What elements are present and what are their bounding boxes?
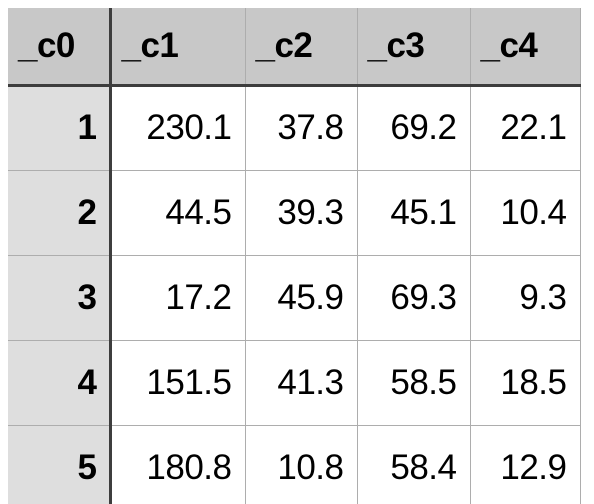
table-cell-c3: 58.5: [357, 340, 471, 426]
table-body: 1 230.1 37.8 69.2 22.1 2 44.5 39.3 45.1 …: [8, 85, 581, 504]
column-header-c0[interactable]: _c0: [8, 8, 112, 87]
column-header-c1[interactable]: _c1: [110, 8, 246, 87]
column-header-c4[interactable]: _c4: [470, 8, 581, 87]
table-cell-c2: 37.8: [245, 85, 358, 171]
table-cell-c2: 10.8: [245, 425, 358, 504]
table-cell-c3: 45.1: [357, 170, 471, 256]
table-cell-c2: 41.3: [245, 340, 358, 426]
table-cell-c1: 17.2: [110, 255, 246, 341]
table-cell-c4: 12.9: [470, 425, 581, 504]
table-cell-c3: 58.4: [357, 425, 471, 504]
table-header: _c0 _c1 _c2 _c3 _c4: [8, 8, 581, 87]
table-cell-c3: 69.2: [357, 85, 471, 171]
table-row[interactable]: 4 151.5 41.3 58.5 18.5: [8, 340, 581, 426]
table-row[interactable]: 5 180.8 10.8 58.4 12.9: [8, 425, 581, 504]
header-row: _c0 _c1 _c2 _c3 _c4: [8, 8, 581, 87]
row-index-cell: 5: [8, 425, 112, 504]
table-cell-c1: 151.5: [110, 340, 246, 426]
row-index-cell: 1: [8, 85, 112, 171]
table-cell-c1: 180.8: [110, 425, 246, 504]
data-table: _c0 _c1 _c2 _c3 _c4 1 230.1 37.8 69.2 22…: [8, 8, 581, 504]
table-cell-c2: 45.9: [245, 255, 358, 341]
table-cell-c1: 230.1: [110, 85, 246, 171]
table-cell-c1: 44.5: [110, 170, 246, 256]
table-row[interactable]: 2 44.5 39.3 45.1 10.4: [8, 170, 581, 256]
column-header-c3[interactable]: _c3: [357, 8, 471, 87]
table-cell-c2: 39.3: [245, 170, 358, 256]
table-cell-c4: 9.3: [470, 255, 581, 341]
table-cell-c3: 69.3: [357, 255, 471, 341]
table-row[interactable]: 3 17.2 45.9 69.3 9.3: [8, 255, 581, 341]
table-cell-c4: 18.5: [470, 340, 581, 426]
row-index-cell: 2: [8, 170, 112, 256]
column-header-c2[interactable]: _c2: [245, 8, 358, 87]
table-viewport[interactable]: _c0 _c1 _c2 _c3 _c4 1 230.1 37.8 69.2 22…: [0, 0, 594, 504]
table-cell-c4: 22.1: [470, 85, 581, 171]
table-row[interactable]: 1 230.1 37.8 69.2 22.1: [8, 85, 581, 171]
table-cell-c4: 10.4: [470, 170, 581, 256]
row-index-cell: 3: [8, 255, 112, 341]
row-index-cell: 4: [8, 340, 112, 426]
